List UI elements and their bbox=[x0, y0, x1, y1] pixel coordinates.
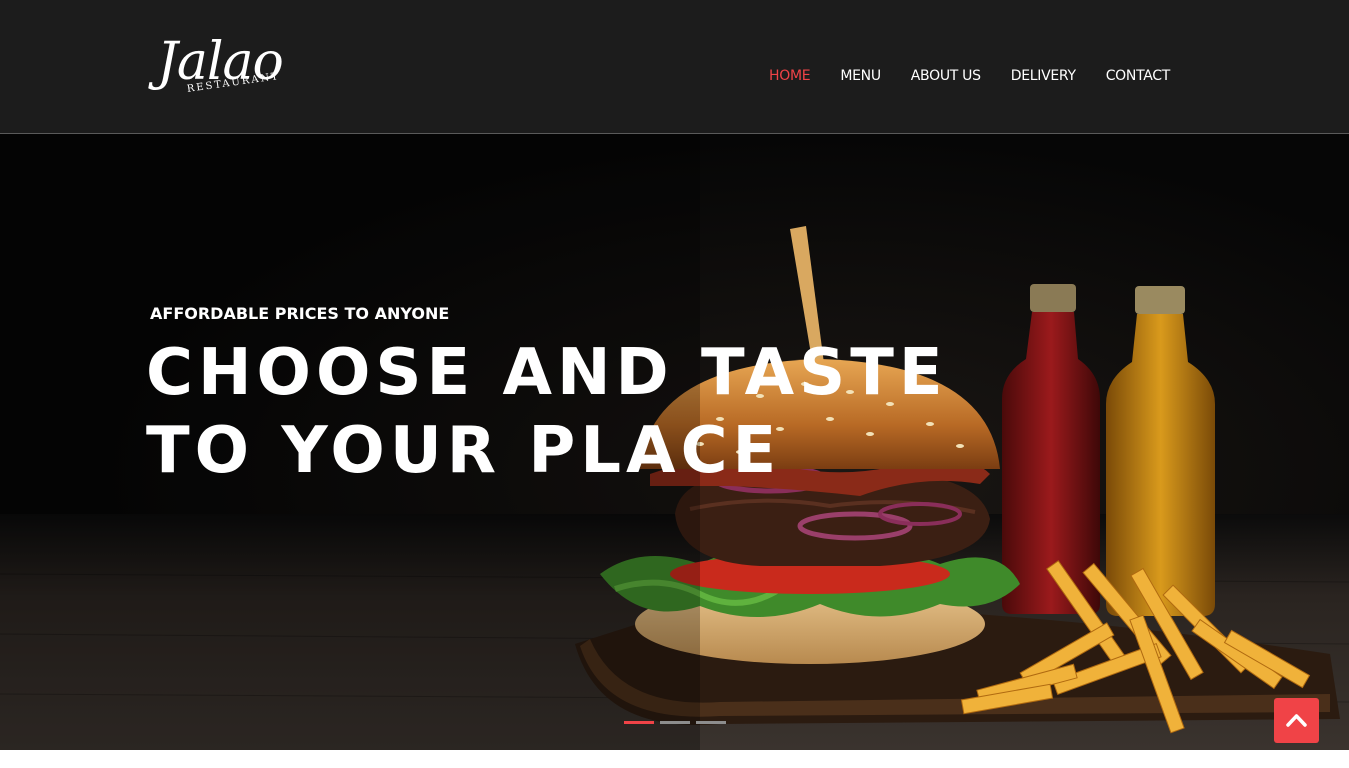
hero-kicker: AFFORDABLE PRICES TO ANYONE bbox=[150, 304, 450, 323]
hero-title-line-1: CHOOSE AND TASTE bbox=[146, 336, 948, 410]
nav-item-menu[interactable]: MENU bbox=[840, 68, 881, 84]
slider-dot-3[interactable] bbox=[696, 721, 726, 724]
slider-dot-2[interactable] bbox=[660, 721, 690, 724]
hero-title-line-2: TO YOUR PLACE bbox=[146, 414, 782, 488]
nav-item-about-us[interactable]: ABOUT US bbox=[911, 68, 981, 84]
slider-indicators bbox=[624, 721, 726, 724]
nav-item-contact[interactable]: CONTACT bbox=[1106, 68, 1171, 84]
site-header: Jalao RESTAURANT HOME MENU ABOUT US DELI… bbox=[0, 0, 1349, 134]
logo[interactable]: Jalao RESTAURANT bbox=[157, 32, 292, 116]
slider-dot-1[interactable] bbox=[624, 721, 654, 724]
chevron-up-icon bbox=[1286, 714, 1307, 727]
back-to-top-button[interactable] bbox=[1274, 698, 1319, 743]
hero-title: CHOOSE AND TASTE TO YOUR PLACE bbox=[146, 334, 948, 490]
nav-item-home[interactable]: HOME bbox=[769, 68, 811, 84]
page: Jalao RESTAURANT HOME MENU ABOUT US DELI… bbox=[0, 0, 1349, 768]
nav-item-delivery[interactable]: DELIVERY bbox=[1011, 68, 1076, 84]
hero-slider: AFFORDABLE PRICES TO ANYONE CHOOSE AND T… bbox=[0, 134, 1349, 750]
main-nav: HOME MENU ABOUT US DELIVERY CONTACT bbox=[769, 68, 1170, 84]
